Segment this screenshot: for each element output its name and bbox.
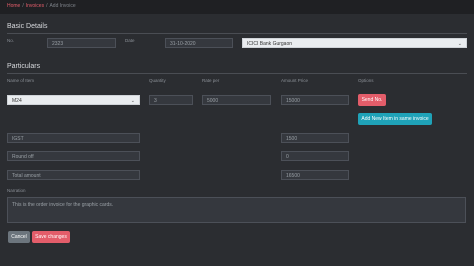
send-no-button[interactable]: Send No. bbox=[358, 94, 386, 106]
breadcrumb-invoices[interactable]: Invoices bbox=[26, 3, 44, 9]
item-select-value: M24 bbox=[12, 98, 22, 104]
quantity-input[interactable]: 3 bbox=[149, 95, 193, 105]
igst-value-field[interactable]: 1500 bbox=[281, 133, 349, 143]
total-field[interactable]: Total amount bbox=[7, 170, 140, 180]
roundoff-value-field[interactable]: 0 bbox=[281, 151, 349, 161]
invoice-no-input[interactable]: 2323 bbox=[47, 38, 116, 48]
narration-label: Narration bbox=[7, 188, 26, 193]
bank-select[interactable]: ICICI Bank Gurgaon ⌄ bbox=[242, 38, 467, 48]
divider bbox=[7, 73, 467, 74]
date-input[interactable]: 31-10-2020 bbox=[165, 38, 233, 48]
save-changes-button[interactable]: Save changes bbox=[32, 231, 70, 243]
breadcrumb: Home / Invoices / Add Invoice bbox=[7, 3, 76, 9]
header-item: Name of Item bbox=[7, 78, 35, 83]
bank-select-value: ICICI Bank Gurgaon bbox=[247, 41, 293, 47]
cancel-button[interactable]: Cancel bbox=[8, 231, 30, 243]
rate-input[interactable]: 5000 bbox=[202, 95, 271, 105]
amount-input[interactable]: 15000 bbox=[281, 95, 349, 105]
top-bar: Home / Invoices / Add Invoice bbox=[0, 0, 474, 14]
add-item-button[interactable]: Add New Item in same invoice bbox=[358, 113, 432, 125]
total-value-field[interactable]: 16500 bbox=[281, 170, 349, 180]
basic-details-title: Basic Details bbox=[7, 23, 48, 30]
chevron-down-icon: ⌄ bbox=[457, 41, 462, 47]
igst-field[interactable]: IGST bbox=[7, 133, 140, 143]
invoice-no-label: No. bbox=[7, 38, 15, 43]
breadcrumb-home[interactable]: Home bbox=[7, 3, 20, 9]
roundoff-field[interactable]: Round off bbox=[7, 151, 140, 161]
item-select[interactable]: M24 ⌄ bbox=[7, 95, 140, 105]
header-quantity: Quantity bbox=[149, 78, 166, 83]
header-amount: Amount Price bbox=[281, 78, 309, 83]
header-options: Options bbox=[358, 78, 374, 83]
narration-textarea[interactable]: This is the order invoice for the graphi… bbox=[7, 197, 466, 223]
date-label: Date bbox=[125, 38, 135, 43]
chevron-down-icon: ⌄ bbox=[130, 98, 135, 104]
particulars-title: Particulars bbox=[7, 63, 41, 70]
header-rate: Rate per bbox=[202, 78, 220, 83]
divider bbox=[7, 33, 467, 34]
breadcrumb-current: Add Invoice bbox=[49, 3, 76, 9]
